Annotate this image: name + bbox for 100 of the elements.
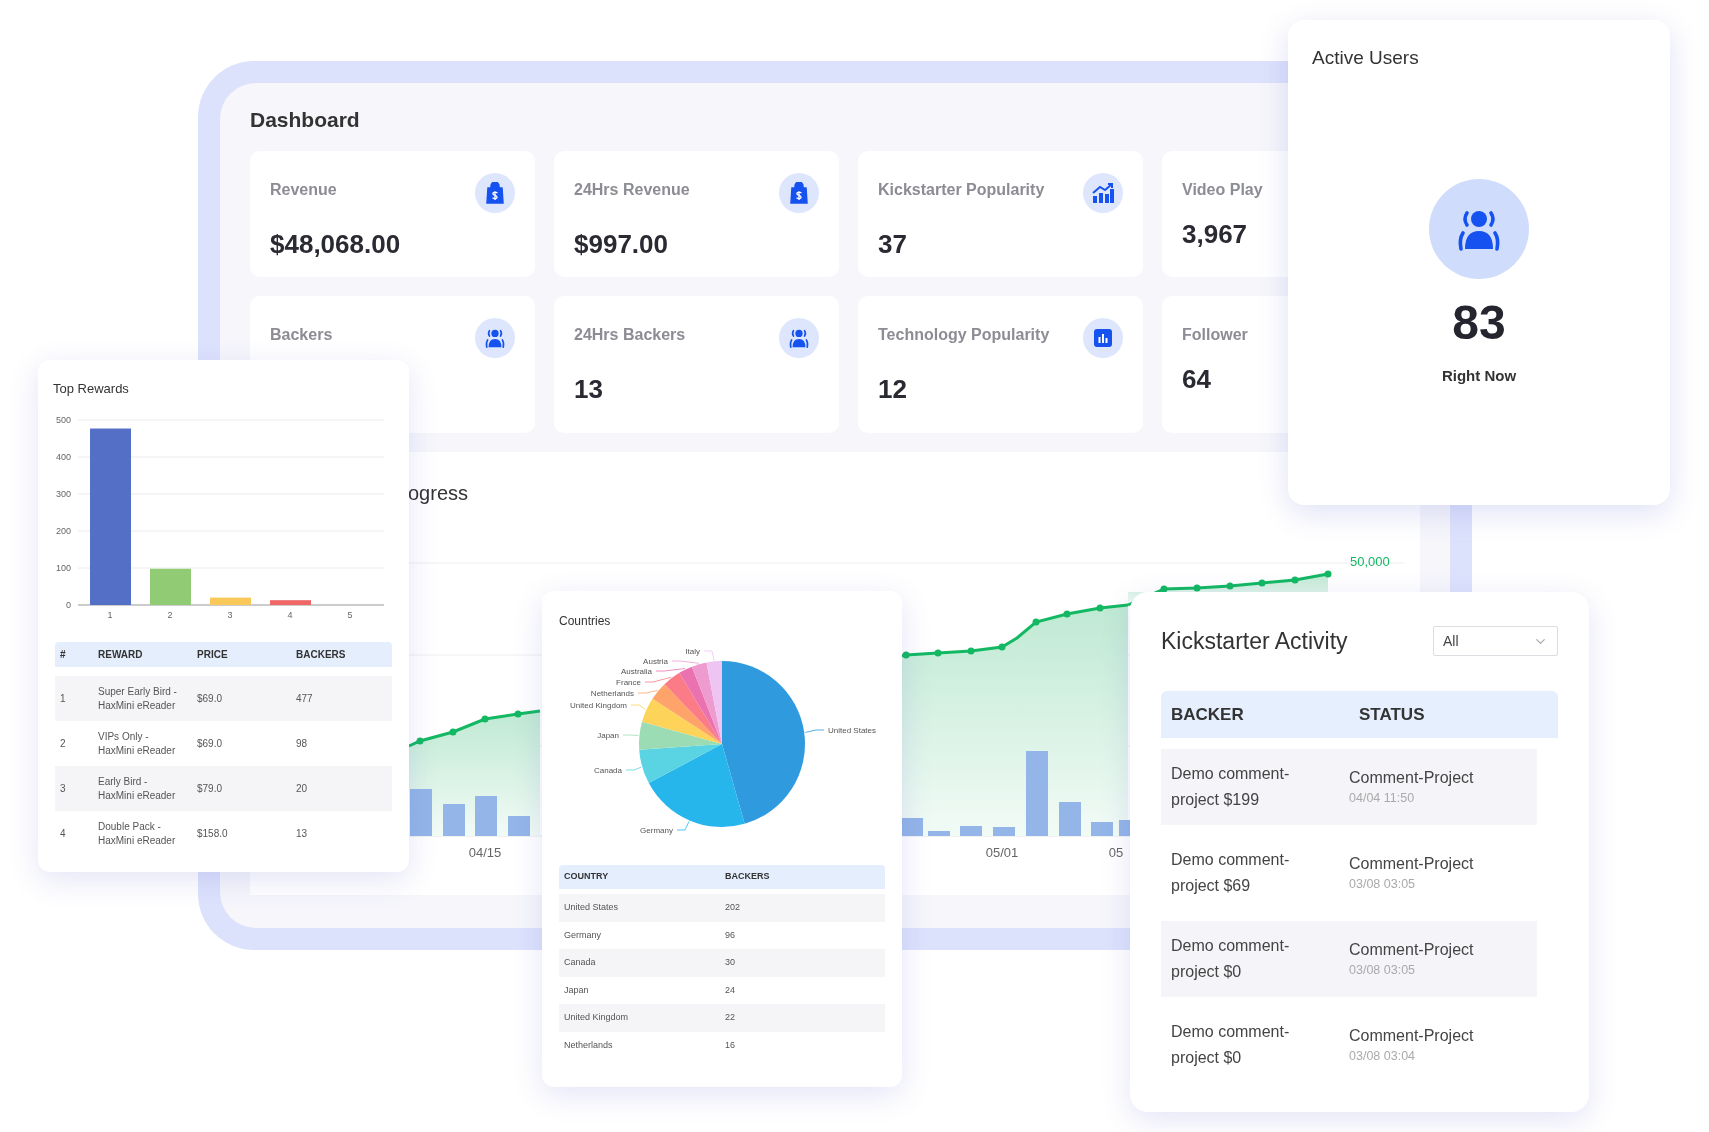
page-title: Dashboard xyxy=(250,108,360,131)
card-title: Active Users xyxy=(1312,47,1419,68)
table-cell-text: $69.0 xyxy=(196,691,224,706)
chart-bar xyxy=(928,831,950,836)
axis-tick-label: 5 xyxy=(347,610,353,620)
backer-name: Demo comment-project $0 xyxy=(1170,1022,1291,1068)
data-point xyxy=(902,651,910,659)
data-point xyxy=(1063,610,1071,618)
stat-value: 37 xyxy=(878,229,908,259)
axis-tick-label: 200 xyxy=(55,526,71,536)
chart-bar xyxy=(410,789,432,836)
table-cell-text: Double Pack - HaxMini eReader xyxy=(97,819,177,848)
status-time: 03/08 03:05 xyxy=(1349,876,1417,893)
table-cell-text: 30 xyxy=(724,956,736,969)
stat-value: 12 xyxy=(878,374,908,404)
slice-label: Australia xyxy=(620,667,652,676)
table-cell-text: Japan xyxy=(563,983,590,997)
stat-value: $997.00 xyxy=(574,229,669,259)
stat-value: 13 xyxy=(574,374,604,404)
active-user-count: 83 xyxy=(1452,294,1506,351)
axis-tick-label: 400 xyxy=(55,452,71,462)
slice-label: Canada xyxy=(593,766,622,775)
filter-select[interactable]: All xyxy=(1433,626,1558,656)
slice-label: Germany xyxy=(640,826,673,835)
chart-bar xyxy=(508,816,530,836)
backer-name: Demo comment-project $69 xyxy=(1170,850,1291,896)
table-cell-text: 4 xyxy=(59,826,67,841)
stat-value: $48,068.00 xyxy=(270,229,402,259)
leader-line xyxy=(804,729,825,733)
table-cell-text: Early Bird - HaxMini eReader xyxy=(97,774,177,803)
axis-label: 04/15 xyxy=(468,845,502,860)
users-icon xyxy=(779,318,819,358)
leader-line xyxy=(630,704,646,710)
backer-name: Demo comment-project $199 xyxy=(1170,764,1291,810)
data-point xyxy=(1291,576,1299,584)
axis-tick-label: 100 xyxy=(55,563,71,573)
chart-bar xyxy=(150,568,191,605)
axis-label: 05/01 xyxy=(985,845,1019,860)
count-caption: Right Now xyxy=(1441,365,1517,386)
stat-label: Follower xyxy=(1182,325,1248,345)
table-cell-text: 16 xyxy=(724,1038,736,1052)
data-point xyxy=(514,710,522,718)
table-cell-text: 477 xyxy=(295,691,314,706)
leader-line xyxy=(644,676,672,683)
card-title: Kickstarter Activity xyxy=(1161,626,1348,656)
column-header: BACKER xyxy=(1170,703,1245,726)
data-point xyxy=(1032,618,1040,626)
bar-chart-growth-icon xyxy=(1083,173,1123,213)
backer-name: Demo comment-project $0 xyxy=(1170,936,1291,982)
data-point xyxy=(416,737,424,745)
data-point xyxy=(1193,584,1201,592)
data-point xyxy=(1258,579,1266,587)
column-header: STATUS xyxy=(1358,703,1426,726)
chart-bar xyxy=(443,804,465,836)
table-cell-text: 22 xyxy=(724,1011,736,1024)
table-cell-text: Germany xyxy=(563,928,602,942)
status-text: Comment-Project xyxy=(1349,1026,1475,1046)
table-cell-text: 96 xyxy=(724,928,736,942)
table-cell-text: 202 xyxy=(724,901,742,914)
goal-label: 50,000 xyxy=(1350,554,1390,569)
leader-line xyxy=(671,660,700,664)
stat-value: 64 xyxy=(1182,364,1212,394)
data-point xyxy=(449,728,457,736)
slice-label: France xyxy=(616,678,641,687)
status-text: Comment-Project xyxy=(1349,940,1475,960)
leader-line xyxy=(625,766,642,771)
column-header: BACKERS xyxy=(295,648,347,662)
column-header: COUNTRY xyxy=(563,870,610,884)
card-title: Top Rewards xyxy=(53,381,129,396)
data-point xyxy=(1324,570,1332,578)
column-header: PRICE xyxy=(196,648,229,662)
data-point xyxy=(1096,604,1104,612)
chart-bar xyxy=(1091,822,1113,836)
status-time: 04/04 11:50 xyxy=(1349,790,1416,807)
leader-line xyxy=(676,820,690,831)
leader-line xyxy=(622,734,639,736)
column-header: BACKERS xyxy=(724,870,771,884)
stat-value: 3,967 xyxy=(1182,219,1249,249)
table-cell-text: $69.0 xyxy=(196,736,224,751)
axis-tick-label: 500 xyxy=(55,415,71,425)
stat-label: Kickstarter Popularity xyxy=(878,180,1045,200)
table-cell-text: Netherlands xyxy=(563,1038,614,1052)
data-point xyxy=(1160,585,1168,593)
chart-bar xyxy=(210,597,251,605)
table-cell-text: 98 xyxy=(295,736,309,751)
data-point xyxy=(934,649,942,657)
chart-bar xyxy=(960,826,982,836)
status-text: Comment-Project xyxy=(1349,854,1475,874)
table-cell-text: United States xyxy=(563,901,620,914)
card-title: Countries xyxy=(559,614,611,628)
status-time: 03/08 03:05 xyxy=(1349,962,1417,979)
table-cell-text: 2 xyxy=(59,736,67,751)
users-icon xyxy=(475,318,515,358)
axis-label: 05 xyxy=(1108,845,1124,860)
axis-tick-label: 3 xyxy=(227,610,233,620)
table-cell-text: Super Early Bird - HaxMini eReader xyxy=(97,684,178,713)
table-cell-text: $79.0 xyxy=(196,781,224,796)
table-cell-text: 24 xyxy=(724,983,736,997)
leader-line xyxy=(655,668,686,672)
slice-label: Japan xyxy=(597,731,619,740)
